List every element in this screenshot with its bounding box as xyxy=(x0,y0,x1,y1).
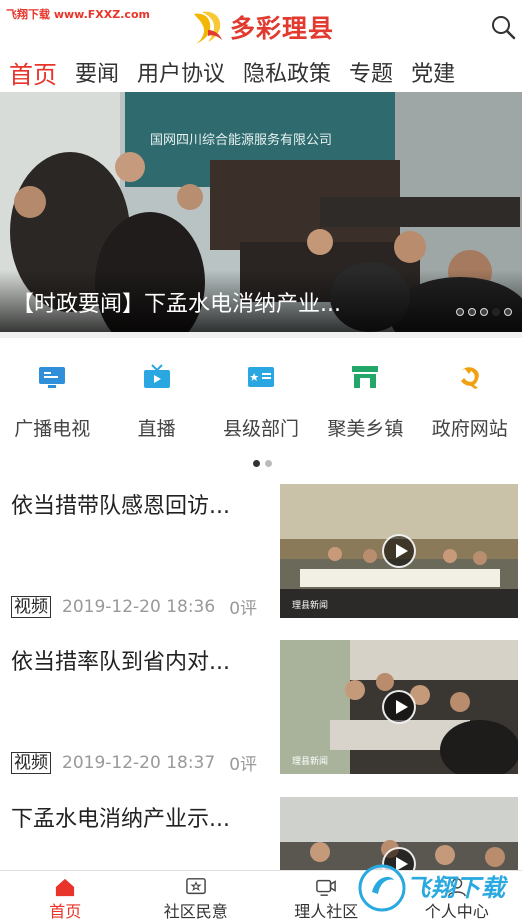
comment-count: 0评 xyxy=(229,755,258,775)
video-tag-badge: 视频 xyxy=(11,751,51,774)
shortcut-pager xyxy=(253,460,272,467)
community-opinion-icon xyxy=(185,878,206,895)
tab-privacy-policy[interactable]: 隐私政策 xyxy=(234,56,340,88)
nav-label: 首页 xyxy=(49,902,82,921)
pager-dot-active[interactable] xyxy=(253,460,260,467)
community-video-icon xyxy=(316,879,337,896)
comment-count: 0评 xyxy=(229,599,258,619)
shortcut-county-departments[interactable]: 县级部门 xyxy=(209,362,313,452)
news-thumbnail[interactable]: 理县新闻 xyxy=(280,640,518,774)
app-name: 多彩理县 xyxy=(230,14,335,43)
shortcut-label: 聚美乡镇 xyxy=(327,418,404,440)
nav-community-opinion[interactable]: 社区民意 xyxy=(131,871,262,922)
publish-time: 2019-12-20 18:37 xyxy=(62,752,216,773)
party-emblem-icon xyxy=(455,362,485,392)
home-icon xyxy=(56,878,75,897)
news-item[interactable]: 依当措带队感恩回访... 视频 2019-12-20 18:36 0评 理县新闻 xyxy=(0,484,522,634)
banner-slide-indicator xyxy=(456,308,512,316)
news-item[interactable]: 依当措率队到省内对... 视频 2019-12-20 18:37 0评 理县新闻 xyxy=(0,640,522,790)
shortcut-label: 广播电视 xyxy=(14,418,91,440)
slide-dot-active[interactable] xyxy=(492,308,500,316)
banner-carousel[interactable]: 国网四川综合能源服务有限公司 【时政要闻】下孟水电消纳产业... xyxy=(0,92,522,332)
news-title[interactable]: 下孟水电消纳产业示... xyxy=(11,801,230,833)
news-meta: 视频 2019-12-20 18:36 0评 xyxy=(11,594,257,619)
tab-user-agreement[interactable]: 用户协议 xyxy=(128,56,234,88)
thumb-caption: 理县新闻 xyxy=(292,755,328,767)
news-title[interactable]: 依当措带队感恩回访... xyxy=(11,488,230,520)
nav-label: 理人社区 xyxy=(294,902,359,921)
nav-home[interactable]: 首页 xyxy=(0,871,131,922)
shortcut-live[interactable]: 直播 xyxy=(104,362,208,452)
app-header: 多彩理县 xyxy=(0,0,522,52)
nav-label: 社区民意 xyxy=(163,902,228,921)
category-tabs: 首页 要闻 用户协议 隐私政策 专题 党建 xyxy=(0,52,522,92)
slide-dot[interactable] xyxy=(480,308,488,316)
thumb-caption: 理县新闻 xyxy=(292,599,328,611)
slide-dot[interactable] xyxy=(456,308,464,316)
tab-news[interactable]: 要闻 xyxy=(66,56,128,88)
banner-title[interactable]: 【时政要闻】下孟水电消纳产业... xyxy=(12,286,341,318)
watermark-bottom-text: 飞翔下载 xyxy=(406,874,506,902)
tab-topics[interactable]: 专题 xyxy=(340,56,402,88)
logo-swirl-icon xyxy=(194,11,222,45)
news-meta: 视频 2019-12-20 18:37 0评 xyxy=(11,750,257,775)
tab-home[interactable]: 首页 xyxy=(0,55,66,90)
shortcut-grid: 广播电视 直播 县级部门 聚美乡镇 政府网站 xyxy=(0,362,522,452)
slide-dot[interactable] xyxy=(504,308,512,316)
slide-dot[interactable] xyxy=(468,308,476,316)
shortcut-government-site[interactable]: 政府网站 xyxy=(418,362,522,452)
pager-dot[interactable] xyxy=(265,460,272,467)
publish-time: 2019-12-20 18:36 xyxy=(62,596,216,617)
shortcut-label: 政府网站 xyxy=(431,418,508,440)
tv-broadcast-icon xyxy=(37,362,67,392)
news-title[interactable]: 依当措率队到省内对... xyxy=(11,644,230,676)
search-icon[interactable] xyxy=(490,14,516,40)
watermark-swirl-icon xyxy=(358,864,406,912)
tab-party-building[interactable]: 党建 xyxy=(402,56,464,88)
play-icon[interactable] xyxy=(382,534,416,568)
section-divider xyxy=(0,332,522,338)
live-tv-icon xyxy=(142,362,172,392)
shortcut-label: 直播 xyxy=(137,418,176,440)
township-store-icon xyxy=(350,362,380,392)
play-icon[interactable] xyxy=(382,690,416,724)
watermark-logo: 飞翔下载 xyxy=(358,862,518,920)
shortcut-broadcast-tv[interactable]: 广播电视 xyxy=(0,362,104,452)
shortcut-label: 县级部门 xyxy=(222,418,299,440)
department-card-icon xyxy=(246,362,276,392)
video-tag-badge: 视频 xyxy=(11,595,51,618)
shortcut-townships[interactable]: 聚美乡镇 xyxy=(313,362,417,452)
banner-backdrop-text: 国网四川综合能源服务有限公司 xyxy=(150,132,332,148)
news-thumbnail[interactable]: 理县新闻 xyxy=(280,484,518,618)
app-logo: 多彩理县 xyxy=(190,8,334,46)
